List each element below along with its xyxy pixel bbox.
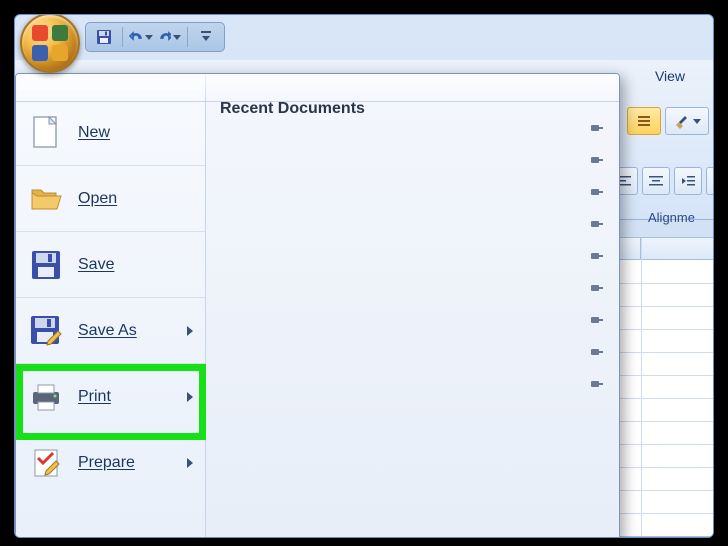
pin-button[interactable] xyxy=(587,314,603,326)
print-icon xyxy=(28,379,64,415)
dropdown-caret-icon xyxy=(693,119,701,124)
dropdown-caret-icon xyxy=(173,35,181,40)
submenu-arrow-icon xyxy=(187,458,193,468)
align-center-icon xyxy=(649,175,663,187)
menu-label: Print xyxy=(78,388,111,406)
menu-item-print[interactable]: Print xyxy=(16,364,205,430)
align-center-button[interactable] xyxy=(642,167,670,195)
save-as-icon xyxy=(28,313,64,349)
save-icon xyxy=(96,29,112,45)
pin-button[interactable] xyxy=(587,250,603,262)
pin-button[interactable] xyxy=(587,282,603,294)
pin-button[interactable] xyxy=(587,122,603,134)
menu-item-open[interactable]: Open xyxy=(16,166,205,232)
column-header[interactable] xyxy=(641,238,714,259)
decrease-indent-icon xyxy=(681,175,695,187)
quick-access-toolbar xyxy=(85,22,225,52)
submenu-arrow-icon xyxy=(187,392,193,402)
pin-button[interactable] xyxy=(587,346,603,358)
separator xyxy=(122,27,123,47)
menu-label: Save xyxy=(78,256,114,274)
qat-redo-button[interactable] xyxy=(157,26,181,48)
office-logo-icon xyxy=(32,25,68,61)
pin-button[interactable] xyxy=(587,154,603,166)
brush-icon xyxy=(673,113,689,129)
menu-item-prepare[interactable]: Prepare xyxy=(16,430,205,496)
customize-icon xyxy=(201,31,211,43)
ribbon-group-label-alignment: Alignme xyxy=(648,210,695,225)
menu-label: New xyxy=(78,124,110,142)
qat-save-button[interactable] xyxy=(92,26,116,48)
lines-icon xyxy=(637,114,651,128)
undo-icon xyxy=(129,30,143,44)
qat-undo-button[interactable] xyxy=(129,26,153,48)
tab-view[interactable]: View xyxy=(635,65,705,87)
menu-label: Save As xyxy=(78,322,137,340)
menu-label: Open xyxy=(78,190,117,208)
qat-customize-button[interactable] xyxy=(194,26,218,48)
format-painter-button[interactable] xyxy=(665,107,709,135)
recent-pins-column xyxy=(587,122,603,390)
pin-button[interactable] xyxy=(587,186,603,198)
ribbon-group-top xyxy=(627,107,709,135)
menu-item-save[interactable]: Save xyxy=(16,232,205,298)
save-disk-icon xyxy=(28,247,64,283)
recent-documents-heading: Recent Documents xyxy=(220,100,605,118)
pin-button[interactable] xyxy=(587,218,603,230)
ribbon-group-align xyxy=(610,167,714,195)
open-folder-icon xyxy=(28,181,64,217)
grid-header xyxy=(611,238,714,260)
increase-indent-icon xyxy=(713,175,714,187)
increase-indent-button[interactable] xyxy=(706,167,714,195)
dropdown-caret-icon xyxy=(145,35,153,40)
prepare-icon xyxy=(28,445,64,481)
office-menu: New Open Save Save As xyxy=(15,73,620,538)
office-menu-right-pane: Recent Documents xyxy=(206,74,619,538)
app-window: View xyxy=(14,14,714,538)
decrease-indent-button[interactable] xyxy=(674,167,702,195)
submenu-arrow-icon xyxy=(187,326,193,336)
office-button[interactable] xyxy=(20,14,80,73)
pin-button[interactable] xyxy=(587,378,603,390)
new-document-icon xyxy=(28,115,64,151)
spreadsheet-grid[interactable] xyxy=(610,237,714,537)
menu-item-new[interactable]: New xyxy=(16,100,205,166)
menu-label: Prepare xyxy=(78,454,135,472)
redo-icon xyxy=(157,30,171,44)
office-menu-left-pane: New Open Save Save As xyxy=(16,74,206,538)
fill-color-button[interactable] xyxy=(627,107,661,135)
separator xyxy=(187,27,188,47)
menu-item-save-as[interactable]: Save As xyxy=(16,298,205,364)
